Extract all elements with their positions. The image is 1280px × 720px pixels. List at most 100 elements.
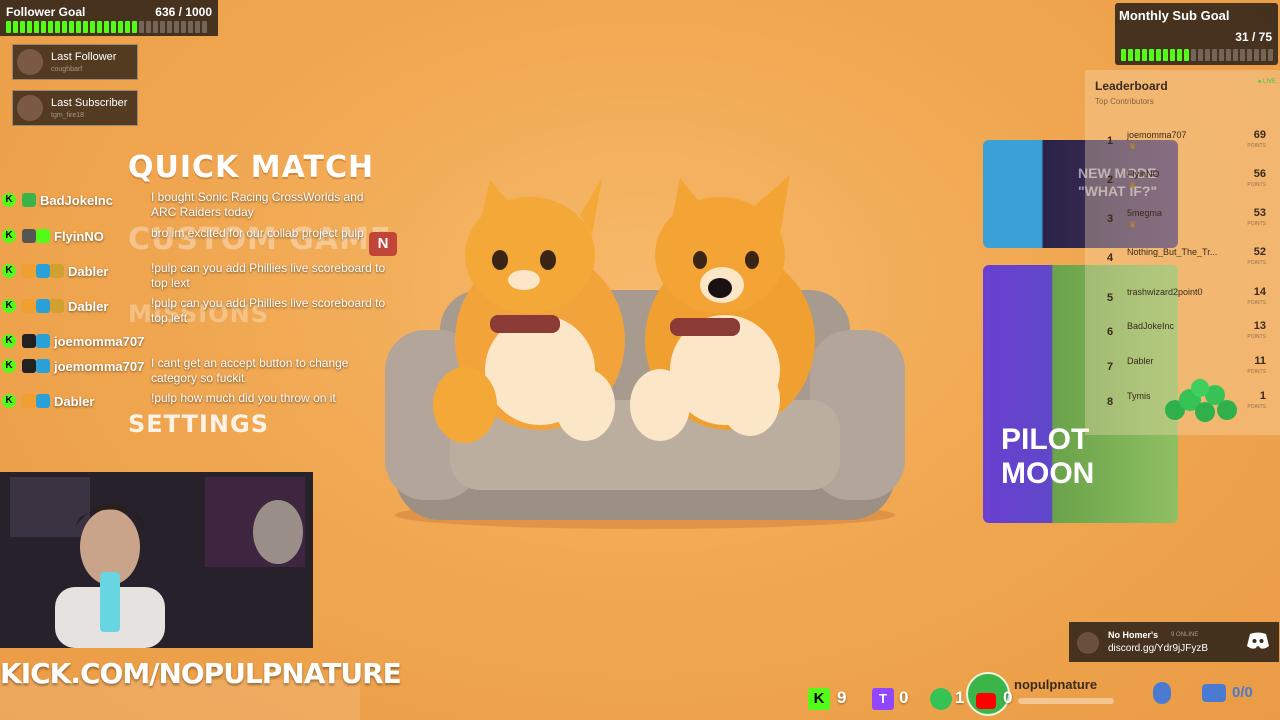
leaderboard-points-label: POINTS [1247, 143, 1266, 149]
progress-segment [146, 21, 151, 33]
last-follower-label: Last Follower [51, 51, 117, 63]
chat-message-text: I bought Sonic Racing CrossWorlds and AR… [151, 190, 364, 219]
progress-segment [1247, 49, 1252, 61]
user-badge-icon [36, 299, 50, 313]
leaderboard-row: 6 BadJokeInc 13 POINTS [1085, 318, 1280, 356]
live-indicator: ● LIVE [1257, 79, 1276, 85]
kick-icon: K [808, 688, 830, 710]
last-subscriber-name: tgm_fire18 [51, 112, 85, 119]
leaderboard-row: 4 Nothing_But_The_Tr... 52 POINTS [1085, 244, 1280, 282]
discord-widget[interactable]: No Homer's 9 ONLINE discord.gg/Ydr9jJFyz… [1069, 622, 1279, 662]
follower-goal-count: 636 / 1000 [155, 5, 212, 19]
progress-segment [1226, 49, 1231, 61]
progress-segment [1219, 49, 1224, 61]
leaderboard-rank: 3 [1107, 213, 1114, 225]
leaderboard-points-label: POINTS [1247, 404, 1266, 410]
leaderboard-points-label: POINTS [1247, 221, 1266, 227]
progress-segment [1261, 49, 1266, 61]
progress-segment [20, 21, 25, 33]
chat-message: Kjoemomma707 I cant get an accept button … [0, 356, 400, 386]
user-ratio: 0/0 [1232, 684, 1253, 701]
chat-message: K FlyinNO bro im excited for our collab pr… [0, 226, 400, 256]
leaderboard-username: Dabler [1127, 356, 1154, 366]
chat-username: joemomma707 [54, 359, 145, 374]
progress-segment [1128, 49, 1133, 61]
progress-segment [97, 21, 102, 33]
sub-goal-count: 31 / 75 [1235, 30, 1272, 44]
kick-viewer-count: 9 [837, 688, 847, 707]
progress-segment [48, 21, 53, 33]
leaderboard-subtitle: Top Contributors [1095, 97, 1154, 106]
follower-goal-label: Follower Goal [6, 5, 86, 19]
progress-segment [76, 21, 81, 33]
last-subscriber-card: Last Subscriber tgm_fire18 [12, 90, 138, 126]
youtube-viewer-count: 0 [1003, 688, 1013, 707]
progress-segment [188, 21, 193, 33]
progress-segment [1191, 49, 1196, 61]
discord-link[interactable]: discord.gg/Ydr9jJFyzB [1108, 643, 1208, 654]
progress-segment [1240, 49, 1245, 61]
progress-segment [27, 21, 32, 33]
progress-segment [1212, 49, 1217, 61]
progress-segment [174, 21, 179, 33]
twitch-icon: T [872, 688, 894, 710]
avatar [17, 49, 43, 75]
leaderboard-username: 5megma [1127, 208, 1163, 218]
leaderboard-points-label: POINTS [1247, 334, 1266, 340]
chat-message: K Dabler !pulp how much did you throw on i… [0, 391, 400, 421]
progress-segment [1156, 49, 1161, 61]
leaderboard-points-label: POINTS [1247, 300, 1266, 306]
user-badge-icon [36, 334, 50, 348]
sub-goal-progress [1121, 49, 1273, 61]
progress-segment [1149, 49, 1154, 61]
kick-badge-icon: K [2, 264, 16, 278]
channel-progress-bar [1018, 698, 1114, 704]
user-badge-icon [22, 359, 36, 373]
progress-segment [55, 21, 60, 33]
chat-username: BadJokeInc [40, 193, 113, 208]
leaderboard-points-label: POINTS [1247, 260, 1266, 266]
leaderboard-points-label: POINTS [1247, 369, 1266, 375]
leaderboard-rank: 4 [1107, 252, 1114, 264]
channel-name: nopulpnature [1014, 677, 1098, 692]
progress-segment [1163, 49, 1168, 61]
kick-badge-icon: K [2, 334, 16, 348]
menu-quick-match[interactable]: QUICK MATCH [128, 150, 374, 185]
chat-username: FlyinNO [54, 229, 104, 244]
leaderboard-username: BadJokeInc [1127, 321, 1175, 331]
user-badge-icon [22, 193, 36, 207]
progress-segment [139, 21, 144, 33]
leaderboard-row: 5 trashwizard2point0 14 POINTS [1085, 284, 1280, 322]
user-badge-icon [22, 299, 36, 313]
leaderboard-rank: 2 [1107, 174, 1114, 186]
progress-segment [1170, 49, 1175, 61]
kick-badge-icon: K [2, 359, 16, 373]
sub-goal-widget: Monthly Sub Goal 31 / 75 [1115, 3, 1278, 65]
leaderboard-points: 1 [1259, 390, 1266, 402]
chat-message-text: !pulp can you add Phillies live scoreboa… [151, 261, 386, 290]
progress-segment [118, 21, 123, 33]
users-icon [1202, 684, 1226, 702]
progress-segment [167, 21, 172, 33]
chat-username: Dabler [68, 299, 109, 314]
leaderboard-username: FlyinNO [1127, 169, 1160, 179]
youtube-icon [976, 693, 996, 709]
leaderboard-title: Leaderboard [1095, 79, 1168, 93]
user-badge-icon [36, 229, 50, 243]
crown-icon: ♛ [1129, 220, 1137, 229]
leaderboard-points: 14 [1253, 286, 1266, 298]
sub-goal-label: Monthly Sub Goal [1119, 8, 1230, 23]
chat-message: K Dabler !pulp can you add Phillies live s… [0, 261, 400, 291]
progress-segment [195, 21, 200, 33]
chat-username: Dabler [54, 394, 95, 409]
progress-segment [125, 21, 130, 33]
leaderboard-username: Nothing_But_The_Tr... [1127, 247, 1218, 257]
clover-pile-icon [1165, 379, 1237, 422]
progress-segment [1198, 49, 1203, 61]
leaderboard-username: trashwizard2point0 [1127, 287, 1203, 297]
progress-segment [1177, 49, 1182, 61]
leaderboard-points: 11 [1254, 355, 1266, 367]
progress-segment [1184, 49, 1189, 61]
kick-badge-icon: K [2, 299, 16, 313]
chat-username: Dabler [68, 264, 109, 279]
